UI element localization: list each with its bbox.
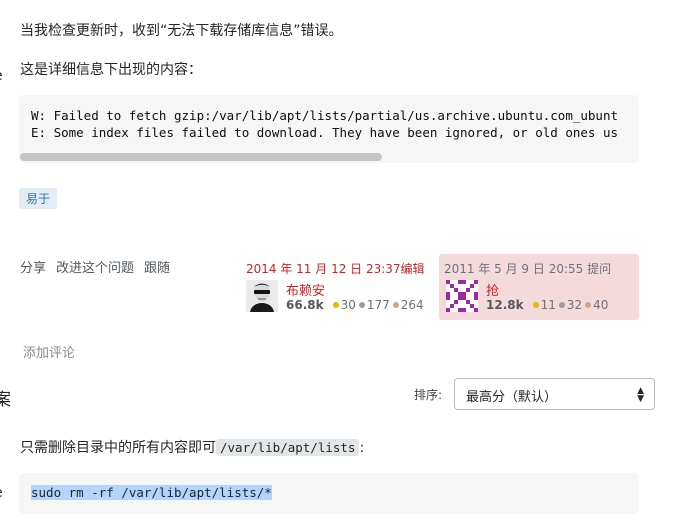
command-line: sudo rm -rf /var/lib/apt/lists/*	[31, 485, 272, 500]
question-paragraph-1: 当我检查更新时，收到“无法下载存储库信息”错误。	[20, 23, 343, 39]
command-code-block[interactable]: sudo rm -rf /var/lib/apt/lists/*	[19, 473, 639, 514]
cropped-edge-char: e	[0, 68, 3, 84]
share-link[interactable]: 分享	[20, 261, 46, 276]
answers-heading: 案	[0, 390, 11, 410]
sort-select[interactable]: 最高分（默认） ▲ ▼	[454, 378, 655, 410]
cropped-edge-char: e	[0, 485, 3, 501]
add-comment-link[interactable]: 添加评论	[23, 342, 75, 361]
asker-gold-count: 11	[540, 298, 556, 312]
select-arrows-icon: ▲ ▼	[637, 386, 644, 404]
post-menu: 分享 改进这个问题 跟随	[20, 257, 180, 276]
code-line-2: E: Some index files failed to download. …	[31, 125, 618, 140]
gold-badge-icon	[532, 302, 539, 308]
error-code-block[interactable]: W: Failed to fetch gzip:/var/lib/apt/lis…	[19, 95, 639, 163]
edit-time-link[interactable]: 2014 年 11 月 12 日 23:37编辑	[246, 260, 425, 277]
answer-inline-code: /var/lib/apt/lists	[216, 439, 360, 456]
gold-badge-icon	[332, 302, 339, 308]
asker-name-link[interactable]: 抢	[486, 280, 499, 299]
asked-by-card: 2011 年 5 月 9 日 20:55 提问 抢 12.8k 11 32 40	[439, 254, 639, 320]
improve-question-link[interactable]: 改进这个问题	[56, 261, 134, 276]
asker-reputation: 12.8k	[486, 298, 524, 312]
answer-text: 只需删除目录中的所有内容即可/var/lib/apt/lists:	[20, 437, 364, 457]
question-paragraph-2: 这是详细信息下出现的内容：	[20, 62, 202, 78]
code-line-1: W: Failed to fetch gzip:/var/lib/apt/lis…	[31, 108, 618, 123]
selected-command-text[interactable]: sudo rm -rf /var/lib/apt/lists/*	[31, 485, 272, 500]
editor-name-link[interactable]: 布赖安	[286, 280, 325, 299]
asker-stats: 12.8k 11 32 40	[486, 298, 608, 312]
question-tag[interactable]: 易于	[19, 188, 58, 209]
editor-avatar[interactable]	[246, 280, 278, 312]
sort-selected-value: 最高分（默认）	[466, 390, 558, 405]
asker-bronze-count: 40	[593, 298, 609, 312]
asker-silver-count: 32	[566, 298, 583, 312]
bronze-badge-icon	[392, 302, 399, 308]
silver-badge-icon	[558, 302, 565, 308]
sort-label: 排序:	[414, 388, 443, 402]
editor-bronze-count: 264	[400, 298, 424, 312]
follow-link[interactable]: 跟随	[144, 261, 170, 276]
editor-stats: 66.8k 30 177 264	[286, 298, 424, 312]
edited-by-card: 2014 年 11 月 12 日 23:37编辑 布赖安 66.8k 30 177 2…	[241, 254, 433, 320]
bronze-badge-icon	[585, 302, 592, 308]
editor-silver-count: 177	[366, 298, 390, 312]
silver-badge-icon	[358, 302, 365, 308]
horizontal-scrollbar[interactable]	[19, 151, 639, 163]
asker-avatar[interactable]	[446, 280, 478, 312]
asked-time-link[interactable]: 2011 年 5 月 9 日 20:55 提问	[444, 260, 611, 277]
answer-suffix: :	[359, 440, 365, 456]
answer-sentence: 只需删除目录中的所有内容即可	[20, 440, 216, 456]
scrollbar-thumb[interactable]	[20, 153, 382, 161]
editor-gold-count: 30	[340, 298, 356, 312]
editor-reputation: 66.8k	[286, 298, 324, 312]
